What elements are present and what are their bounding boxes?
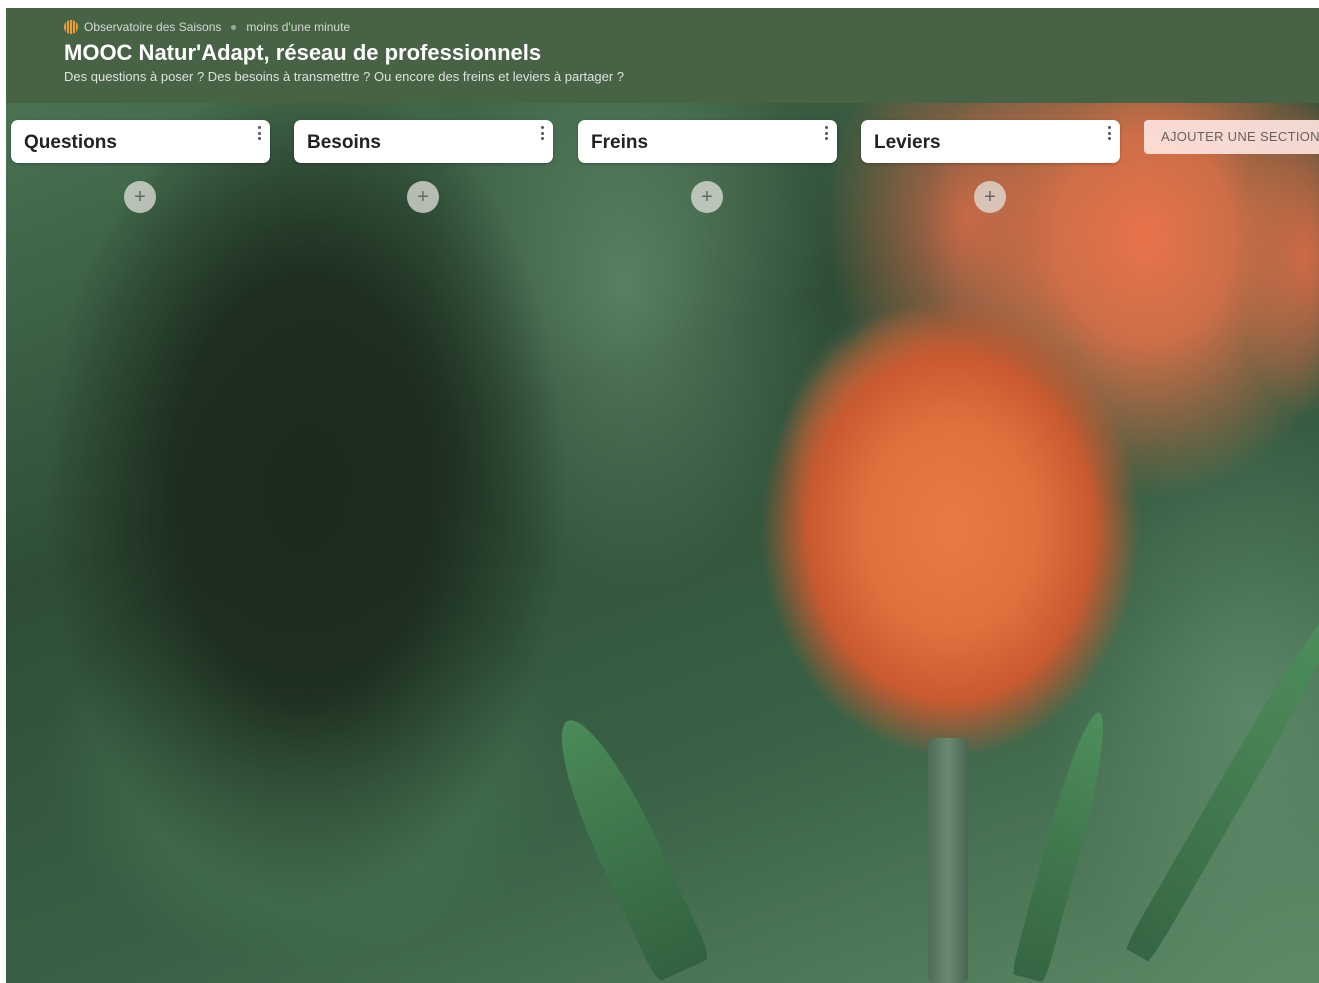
section-leviers[interactable]: Leviers xyxy=(861,120,1120,163)
add-post-button[interactable]: + xyxy=(974,181,1006,213)
add-post-button[interactable]: + xyxy=(124,181,156,213)
board-header: Observatoire des Saisons moins d'une min… xyxy=(6,8,1319,103)
kebab-icon[interactable] xyxy=(256,126,262,140)
org-logo-icon xyxy=(64,20,78,34)
add-section-button[interactable]: AJOUTER UNE SECTION xyxy=(1144,120,1319,154)
add-post-button[interactable]: + xyxy=(407,181,439,213)
section-questions[interactable]: Questions xyxy=(11,120,270,163)
section-title: Questions xyxy=(24,132,117,153)
section-title: Leviers xyxy=(874,132,941,153)
section-title: Freins xyxy=(591,132,649,153)
section-besoins[interactable]: Besoins xyxy=(294,120,553,163)
kebab-icon[interactable] xyxy=(1106,126,1112,140)
add-post-button[interactable]: + xyxy=(691,181,723,213)
separator-dot xyxy=(231,24,237,30)
board-title: MOOC Natur'Adapt, réseau de professionne… xyxy=(64,40,542,65)
background-stem xyxy=(928,738,968,983)
board-subtitle: Des questions à poser ? Des besoins à tr… xyxy=(64,69,625,84)
board-meta: Observatoire des Saisons moins d'une min… xyxy=(64,20,350,34)
org-name[interactable]: Observatoire des Saisons xyxy=(84,20,221,34)
section-title: Besoins xyxy=(307,132,381,153)
last-updated: moins d'une minute xyxy=(246,20,351,34)
section-freins[interactable]: Freins xyxy=(578,120,837,163)
kebab-icon[interactable] xyxy=(539,126,545,140)
padlet-board: Observatoire des Saisons moins d'une min… xyxy=(6,8,1319,983)
kebab-icon[interactable] xyxy=(823,126,829,140)
